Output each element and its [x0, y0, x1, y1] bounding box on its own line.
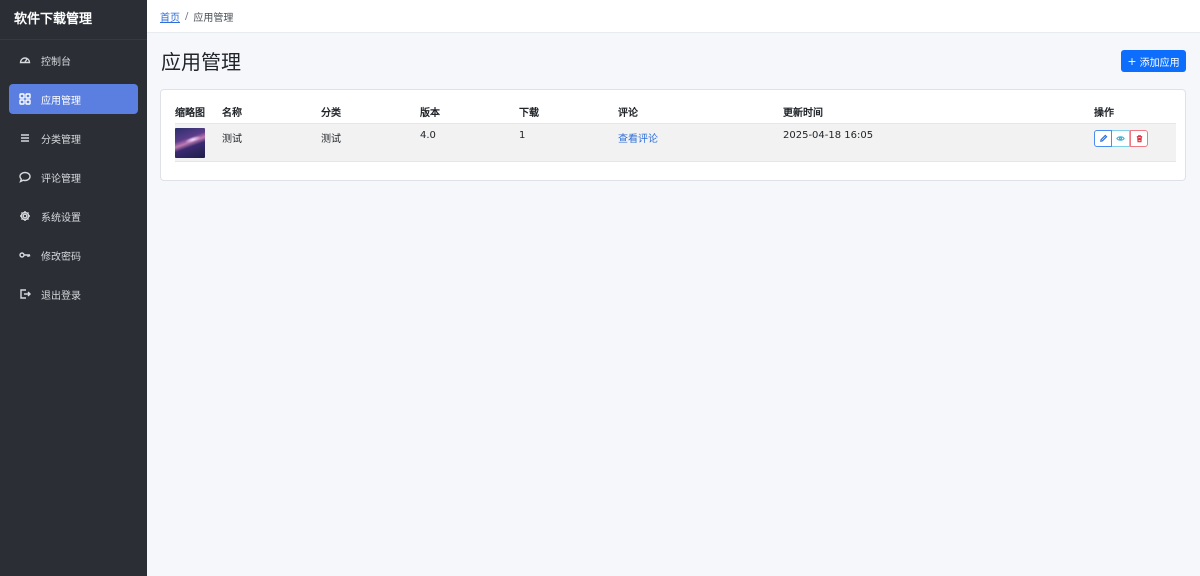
- column-header-downloads: 下载: [519, 108, 539, 119]
- edit-icon: [1099, 134, 1107, 142]
- sidebar-item-comments[interactable]: 评论管理: [9, 162, 138, 192]
- key-icon: [18, 248, 32, 262]
- column-header-thumbnail: 缩略图: [175, 108, 205, 119]
- column-header-name: 名称: [222, 108, 242, 119]
- grid-icon: [18, 92, 32, 106]
- column-header-comments: 评论: [618, 108, 638, 119]
- sidebar-item-apps[interactable]: 应用管理: [9, 84, 138, 114]
- app-thumbnail: [175, 128, 205, 158]
- dashboard-icon: [18, 53, 32, 67]
- sidebar-item-logout[interactable]: 退出登录: [9, 279, 138, 309]
- sidebar-item-password[interactable]: 修改密码: [9, 240, 138, 270]
- apps-table: 缩略图 名称 分类 版本 下载 评论 更新时间 操作 测试 测试 4.0 1 查…: [175, 100, 1176, 162]
- sidebar-item-label: 系统设置: [41, 212, 81, 224]
- sidebar-item-label: 评论管理: [41, 173, 81, 185]
- edit-button[interactable]: [1094, 130, 1112, 147]
- sidebar-item-label: 退出登录: [41, 290, 81, 302]
- column-header-version: 版本: [420, 108, 440, 119]
- add-app-button-label: 添加应用: [1139, 57, 1180, 69]
- sidebar-item-settings[interactable]: 系统设置: [9, 201, 138, 231]
- breadcrumb-home-link[interactable]: 首页: [160, 9, 180, 24]
- column-header-category: 分类: [321, 108, 341, 119]
- column-header-updated: 更新时间: [783, 108, 823, 119]
- sidebar: 软件下载管理 控制台 应用管理 分类管理 评论管理 系统设置 修改密码 退出登录: [0, 0, 147, 576]
- trash-icon: [1136, 135, 1142, 143]
- sidebar-nav: 控制台 应用管理 分类管理 评论管理 系统设置 修改密码 退出登录: [0, 40, 147, 309]
- breadcrumb-current: 应用管理: [193, 12, 234, 24]
- view-comments-link[interactable]: 查看评论: [618, 134, 658, 145]
- plus-icon: +: [1127, 54, 1137, 68]
- list-icon: [18, 131, 32, 145]
- comment-icon: [18, 170, 32, 184]
- app-version: 4.0: [420, 130, 436, 141]
- sidebar-item-label: 控制台: [41, 56, 71, 68]
- sidebar-item-dashboard[interactable]: 控制台: [9, 45, 138, 75]
- sidebar-item-categories[interactable]: 分类管理: [9, 123, 138, 153]
- logout-icon: [18, 287, 32, 301]
- page-title: 应用管理: [161, 50, 241, 74]
- sidebar-item-label: 修改密码: [41, 251, 81, 263]
- view-button[interactable]: [1112, 130, 1130, 147]
- delete-button[interactable]: [1130, 130, 1148, 147]
- sidebar-item-label: 应用管理: [41, 95, 81, 107]
- app-updated-time: 2025-04-18 16:05: [783, 130, 874, 141]
- breadcrumb: 首页 / 应用管理: [147, 0, 1200, 33]
- row-actions: [1094, 130, 1176, 147]
- breadcrumb-separator: /: [185, 10, 189, 22]
- apps-table-card: 缩略图 名称 分类 版本 下载 评论 更新时间 操作 测试 测试 4.0 1 查…: [160, 89, 1186, 181]
- sidebar-item-label: 分类管理: [41, 134, 81, 146]
- add-app-button[interactable]: + 添加应用: [1121, 50, 1186, 72]
- app-downloads: 1: [519, 130, 526, 141]
- table-row: 测试 测试 4.0 1 查看评论 2025-04-18 16:05: [175, 123, 1176, 162]
- app-category: 测试: [321, 134, 341, 145]
- column-header-actions: 操作: [1094, 108, 1114, 119]
- eye-icon: [1116, 136, 1125, 141]
- app-name: 测试: [222, 134, 242, 145]
- gear-icon: [18, 209, 32, 223]
- table-header: 缩略图 名称 分类 版本 下载 评论 更新时间 操作: [175, 100, 1176, 123]
- brand-title: 软件下载管理: [0, 0, 147, 40]
